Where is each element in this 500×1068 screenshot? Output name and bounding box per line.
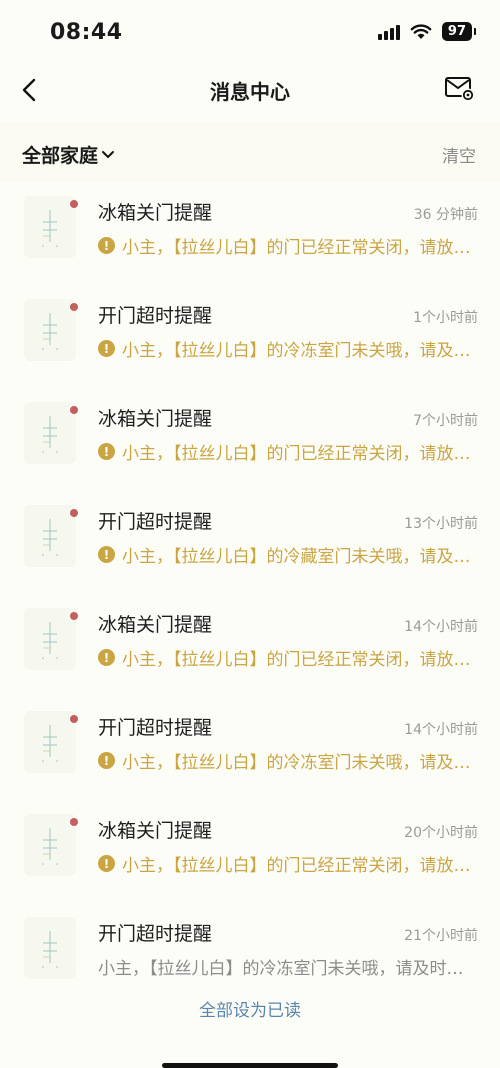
fridge-icon (42, 725, 58, 762)
message-time: 13个小时前 (404, 516, 478, 532)
message-item[interactable]: 冰箱关门提醒 20个小时前 ! 小主，【拉丝儿白】的门已经正常关闭，请放心使用 (0, 800, 500, 903)
fridge-thumbnail (24, 299, 76, 361)
warning-icon: ! (98, 649, 115, 666)
fridge-icon (42, 931, 58, 968)
message-body: ! 小主，【拉丝儿白】的门已经正常关闭，请放心使用 (98, 645, 478, 670)
message-item[interactable]: 开门超时提醒 1个小时前 ! 小主，【拉丝儿白】的冷冻室门未关哦，请及时关闭 (0, 285, 500, 388)
unread-dot (70, 406, 78, 414)
message-time: 14个小时前 (404, 722, 478, 738)
unread-dot (70, 303, 78, 311)
message-title: 冰箱关门提醒 (98, 202, 213, 224)
warning-icon: ! (98, 546, 115, 563)
fridge-icon (42, 519, 58, 556)
message-text: 小主，【拉丝儿白】的冷冻室门未关哦，请及时关闭 (122, 341, 478, 361)
fridge-thumbnail (24, 711, 76, 773)
status-bar: 08:44 97 (0, 0, 500, 62)
unread-dot (70, 715, 78, 723)
battery-icon: 97 (441, 22, 477, 41)
page-title: 消息中心 (210, 80, 290, 104)
message-item[interactable]: 开门超时提醒 21个小时前 小主，【拉丝儿白】的冷冻室门未关哦，请及时关闭 (0, 903, 500, 1006)
unread-dot (70, 612, 78, 620)
message-title: 冰箱关门提醒 (98, 614, 213, 636)
warning-icon: ! (98, 340, 115, 357)
fridge-icon (42, 622, 58, 659)
message-list: 冰箱关门提醒 36 分钟前 ! 小主，【拉丝儿白】的门已经正常关闭，请放心使用 … (0, 182, 500, 1006)
message-text: 小主，【拉丝儿白】的门已经正常关闭，请放心使用 (122, 856, 478, 876)
nav-bar: 消息中心 (0, 62, 500, 118)
message-item[interactable]: 冰箱关门提醒 7个小时前 ! 小主，【拉丝儿白】的门已经正常关闭，请放心使用 (0, 388, 500, 491)
message-body: ! 小主，【拉丝儿白】的门已经正常关闭，请放心使用 (98, 439, 478, 464)
message-title: 开门超时提醒 (98, 305, 213, 327)
message-item[interactable]: 开门超时提醒 14个小时前 ! 小主，【拉丝儿白】的冷冻室门未关哦，请及时关闭 (0, 697, 500, 800)
warning-icon: ! (98, 855, 115, 872)
message-item[interactable]: 开门超时提醒 13个小时前 ! 小主，【拉丝儿白】的冷藏室门未关哦，请及时关闭 (0, 491, 500, 594)
message-title: 开门超时提醒 (98, 511, 213, 533)
family-selector-label: 全部家庭 (22, 145, 99, 167)
fridge-icon (42, 210, 58, 247)
unread-dot (70, 509, 78, 517)
message-body: ! 小主，【拉丝儿白】的门已经正常关闭，请放心使用 (98, 851, 478, 876)
message-body: ! 小主，【拉丝儿白】的冷冻室门未关哦，请及时关闭 (98, 336, 478, 361)
fridge-thumbnail (24, 505, 76, 567)
unread-dot (70, 200, 78, 208)
message-item[interactable]: 冰箱关门提醒 36 分钟前 ! 小主，【拉丝儿白】的门已经正常关闭，请放心使用 (0, 182, 500, 285)
mark-all-read-button[interactable]: 全部设为已读 (0, 996, 500, 1021)
message-text: 小主，【拉丝儿白】的门已经正常关闭，请放心使用 (122, 238, 478, 258)
home-indicator (162, 1063, 338, 1068)
message-time: 7个小时前 (413, 413, 478, 429)
status-icons: 97 (377, 22, 477, 41)
fridge-thumbnail (24, 608, 76, 670)
message-title: 冰箱关门提醒 (98, 408, 213, 430)
warning-icon: ! (98, 237, 115, 254)
chevron-down-icon (102, 150, 115, 158)
fridge-thumbnail (24, 196, 76, 258)
clear-button[interactable]: 清空 (442, 142, 476, 167)
fridge-thumbnail (24, 917, 76, 979)
fridge-icon (42, 313, 58, 350)
message-text: 小主，【拉丝儿白】的冷冻室门未关哦，请及时关闭 (122, 753, 478, 773)
fridge-thumbnail (24, 402, 76, 464)
message-text: 小主，【拉丝儿白】的冷藏室门未关哦，请及时关闭 (122, 547, 478, 567)
status-time: 08:44 (50, 20, 123, 45)
message-title: 冰箱关门提醒 (98, 820, 213, 842)
signal-icon (377, 24, 400, 40)
mail-settings-icon[interactable] (444, 74, 476, 104)
fridge-icon (42, 828, 58, 865)
warning-icon: ! (98, 752, 115, 769)
message-title: 开门超时提醒 (98, 923, 213, 945)
message-time: 36 分钟前 (413, 207, 478, 223)
message-time: 21个小时前 (404, 928, 478, 944)
message-time: 14个小时前 (404, 619, 478, 635)
fridge-thumbnail (24, 814, 76, 876)
message-item[interactable]: 冰箱关门提醒 14个小时前 ! 小主，【拉丝儿白】的门已经正常关闭，请放心使用 (0, 594, 500, 697)
fridge-icon (42, 416, 58, 453)
message-text: 小主，【拉丝儿白】的门已经正常关闭，请放心使用 (122, 444, 478, 464)
message-title: 开门超时提醒 (98, 717, 213, 739)
message-time: 20个小时前 (404, 825, 478, 841)
message-text: 小主，【拉丝儿白】的冷冻室门未关哦，请及时关闭 (98, 959, 478, 979)
message-body: 小主，【拉丝儿白】的冷冻室门未关哦，请及时关闭 (98, 954, 478, 979)
filter-bar: 全部家庭 清空 (0, 122, 500, 182)
message-body: ! 小主，【拉丝儿白】的冷藏室门未关哦，请及时关闭 (98, 542, 478, 567)
family-selector[interactable]: 全部家庭 (22, 141, 115, 168)
message-time: 1个小时前 (413, 310, 478, 326)
message-body: ! 小主，【拉丝儿白】的门已经正常关闭，请放心使用 (98, 233, 478, 258)
warning-icon: ! (98, 443, 115, 460)
wifi-icon (410, 23, 432, 39)
message-text: 小主，【拉丝儿白】的门已经正常关闭，请放心使用 (122, 650, 478, 670)
unread-dot (70, 818, 78, 826)
message-body: ! 小主，【拉丝儿白】的冷冻室门未关哦，请及时关闭 (98, 748, 478, 773)
